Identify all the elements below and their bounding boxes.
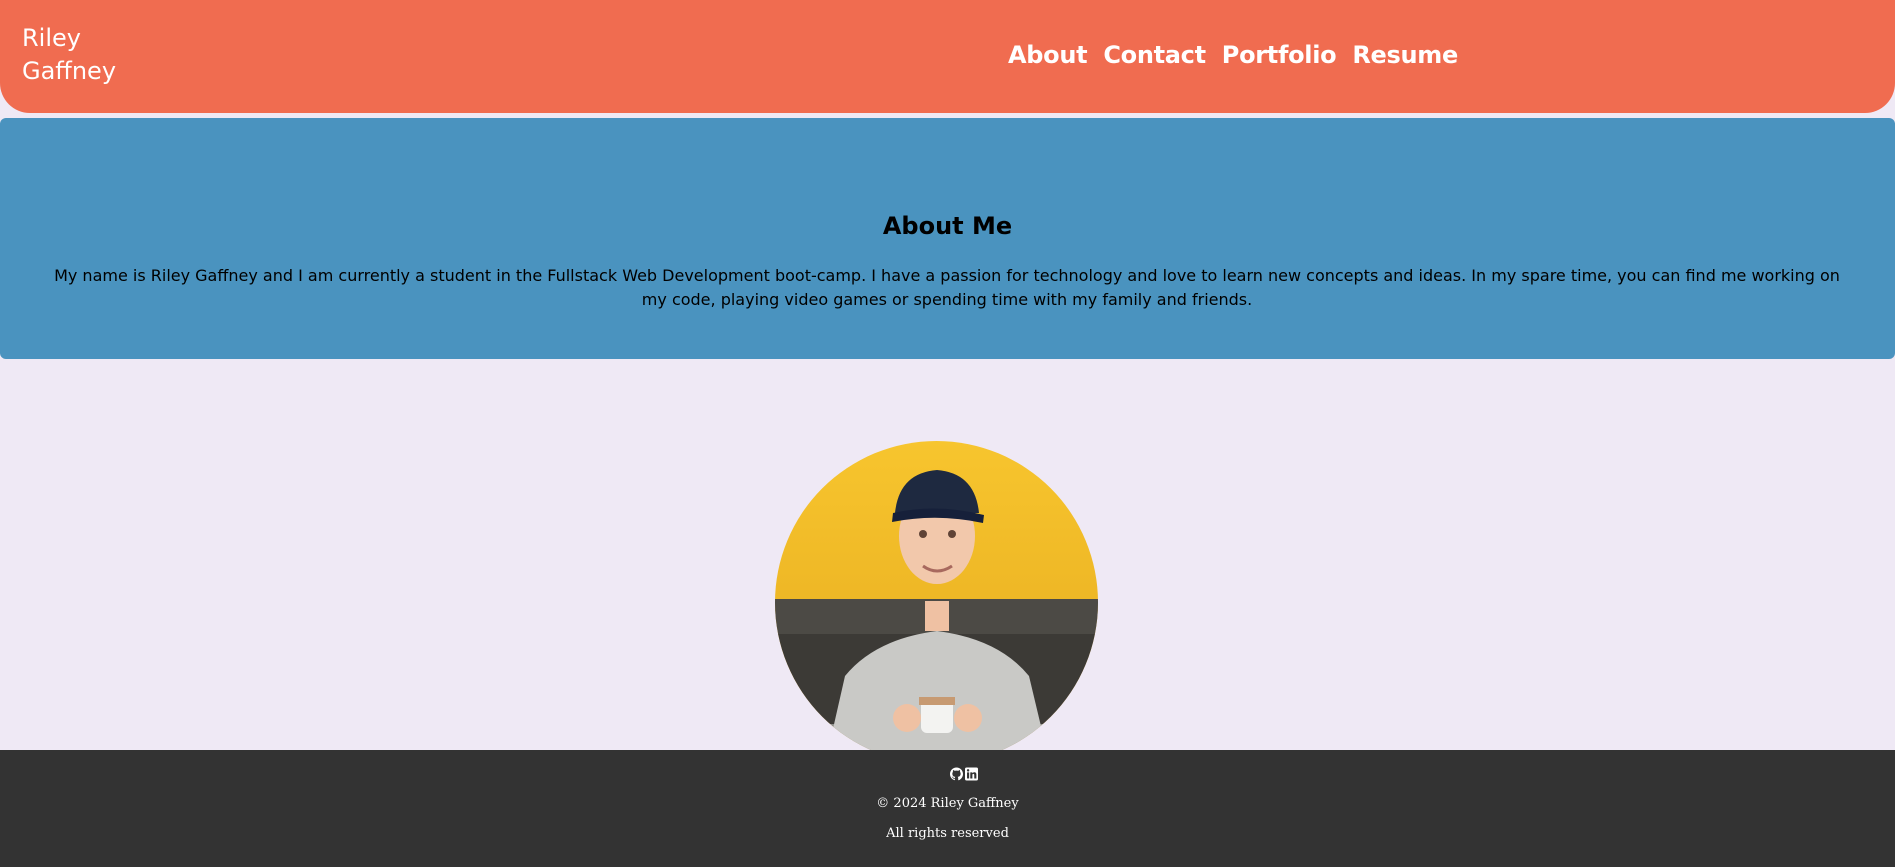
site-header: Riley Gaffney About Contact Portfolio Re… xyxy=(0,0,1895,113)
social-icons xyxy=(950,766,978,781)
profile-photo xyxy=(775,441,1098,764)
nav-resume[interactable]: Resume xyxy=(1352,38,1458,72)
nav-portfolio[interactable]: Portfolio xyxy=(1222,38,1337,72)
about-title: About Me xyxy=(882,212,1013,240)
site-footer: © 2024 Riley Gaffney All rights reserved xyxy=(0,750,1895,867)
footer-copyright: © 2024 Riley Gaffney xyxy=(876,796,1019,811)
nav-contact[interactable]: Contact xyxy=(1103,38,1206,72)
main-nav: About Contact Portfolio Resume xyxy=(1008,38,1458,72)
github-icon[interactable] xyxy=(950,766,963,781)
about-text: My name is Riley Gaffney and I am curren… xyxy=(54,266,1840,309)
linkedin-icon[interactable] xyxy=(965,766,978,781)
github-icon-graphic xyxy=(950,767,963,781)
about-section: About Me My name is Riley Gaffney and I … xyxy=(0,118,1895,359)
footer-rights: All rights reserved xyxy=(886,826,1009,841)
brand-name: Riley Gaffney xyxy=(22,24,117,85)
nav-about[interactable]: About xyxy=(1008,38,1088,72)
profile-photo-illustration xyxy=(775,441,1098,764)
linkedin-icon-graphic xyxy=(965,767,978,781)
